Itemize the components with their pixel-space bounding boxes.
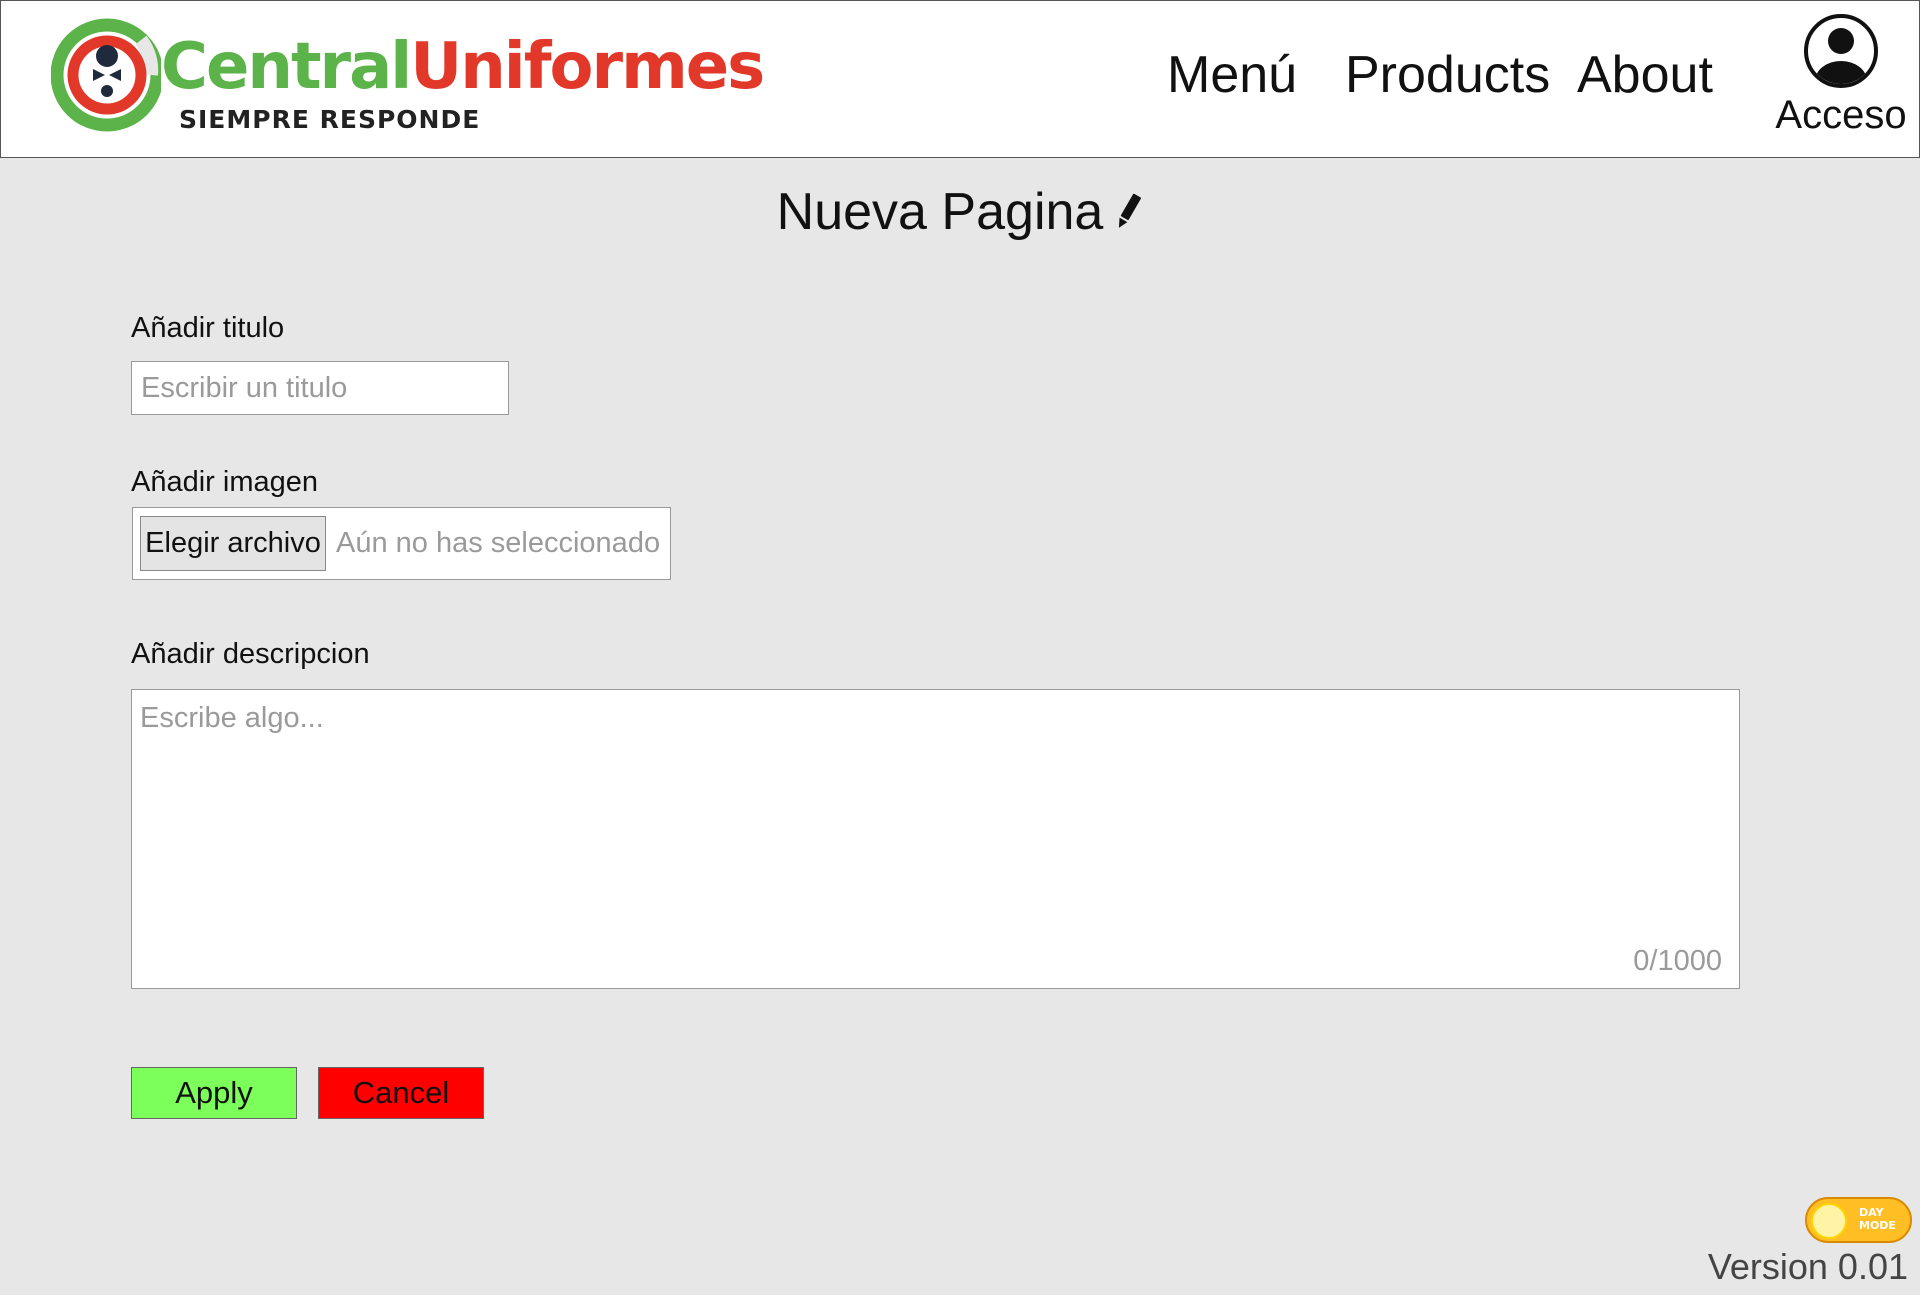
choose-file-button[interactable]: Elegir archivo [140, 516, 326, 571]
cancel-button[interactable]: Cancel [318, 1067, 484, 1119]
account-label: Acceso [1775, 93, 1907, 137]
toggle-label: DAY MODE [1859, 1206, 1903, 1232]
sun-icon [1811, 1203, 1847, 1239]
top-header: CentralUniformes SIEMPRE RESPONDE Menú P… [0, 0, 1920, 158]
logo-word-uniformes: Uniformes [410, 30, 765, 104]
description-box: 0/1000 [131, 689, 1740, 989]
file-picker: Elegir archivo Aún no has seleccionado [132, 507, 671, 580]
nav-about-link[interactable]: About [1577, 46, 1713, 104]
pencil-icon[interactable] [1113, 191, 1143, 231]
logo-wordmark: CentralUniformes [161, 35, 765, 99]
description-label: Añadir descripcion [131, 638, 370, 670]
image-label: Añadir imagen [131, 466, 318, 498]
brand-logo[interactable]: CentralUniformes SIEMPRE RESPONDE [51, 13, 765, 138]
toggle-label-line2: MODE [1859, 1219, 1896, 1233]
title-input[interactable] [131, 361, 509, 415]
page-title: Nueva Pagina [0, 182, 1920, 242]
logo-emblem-icon [51, 18, 161, 132]
page-title-text: Nueva Pagina [776, 183, 1104, 241]
day-mode-toggle[interactable]: DAY MODE [1805, 1197, 1912, 1243]
logo-word-central: Central [161, 30, 412, 104]
nav-menu-link[interactable]: Menú [1167, 46, 1297, 104]
logo-tagline: SIEMPRE RESPONDE [179, 105, 481, 134]
char-counter: 0/1000 [1633, 945, 1722, 977]
nav-products-link[interactable]: Products [1345, 46, 1550, 104]
account-button[interactable]: Acceso [1771, 13, 1911, 137]
apply-button[interactable]: Apply [131, 1067, 297, 1119]
file-status-text: Aún no has seleccionado [336, 527, 661, 559]
description-textarea[interactable] [132, 690, 1739, 988]
version-text: Version 0.01 [1707, 1246, 1908, 1287]
title-label: Añadir titulo [131, 312, 285, 344]
toggle-label-line1: DAY [1859, 1206, 1884, 1219]
user-circle-icon [1804, 14, 1878, 88]
